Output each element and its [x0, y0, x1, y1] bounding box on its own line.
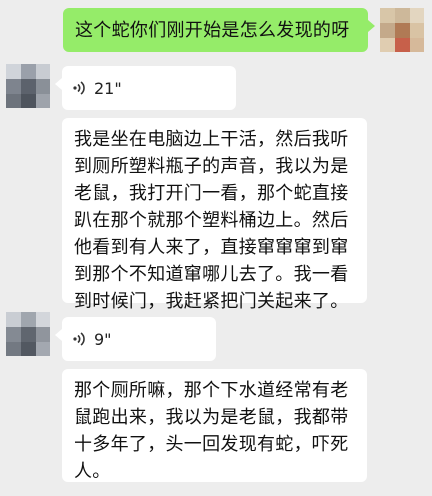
- bubble-tail: [368, 20, 375, 32]
- avatar-other[interactable]: [6, 312, 50, 356]
- my-message-bubble[interactable]: 这个蛇你们刚开始是怎么发现的呀: [63, 8, 375, 52]
- voice-wave-icon: [73, 81, 85, 95]
- avatar-me[interactable]: [380, 8, 424, 52]
- voice-wave-icon: [73, 332, 85, 346]
- message-text: 我是坐在电脑边上干活，然后我听到厕所塑料瓶子的声音，我以为是老鼠，我打开门一看，…: [74, 129, 349, 312]
- bubble-tail: [55, 329, 62, 341]
- voice-message-bubble[interactable]: 21": [55, 66, 236, 110]
- voice-duration: 21": [94, 78, 122, 98]
- message-bubble[interactable]: 我是坐在电脑边上干活，然后我听到厕所塑料瓶子的声音，我以为是老鼠，我打开门一看，…: [62, 118, 367, 312]
- avatar-other[interactable]: [6, 64, 50, 108]
- message-bubble[interactable]: 那个厕所嘛，那个下水道经常有老鼠跑出来，我以为是老鼠，我都带十多年了，头一回发现…: [62, 369, 367, 482]
- bubble-tail: [55, 78, 62, 90]
- voice-message-bubble[interactable]: 9": [55, 317, 216, 361]
- voice-duration: 9": [94, 329, 112, 349]
- message-text: 这个蛇你们刚开始是怎么发现的呀: [75, 20, 350, 41]
- message-text: 那个厕所嘛，那个下水道经常有老鼠跑出来，我以为是老鼠，我都带十多年了，头一回发现…: [74, 380, 349, 482]
